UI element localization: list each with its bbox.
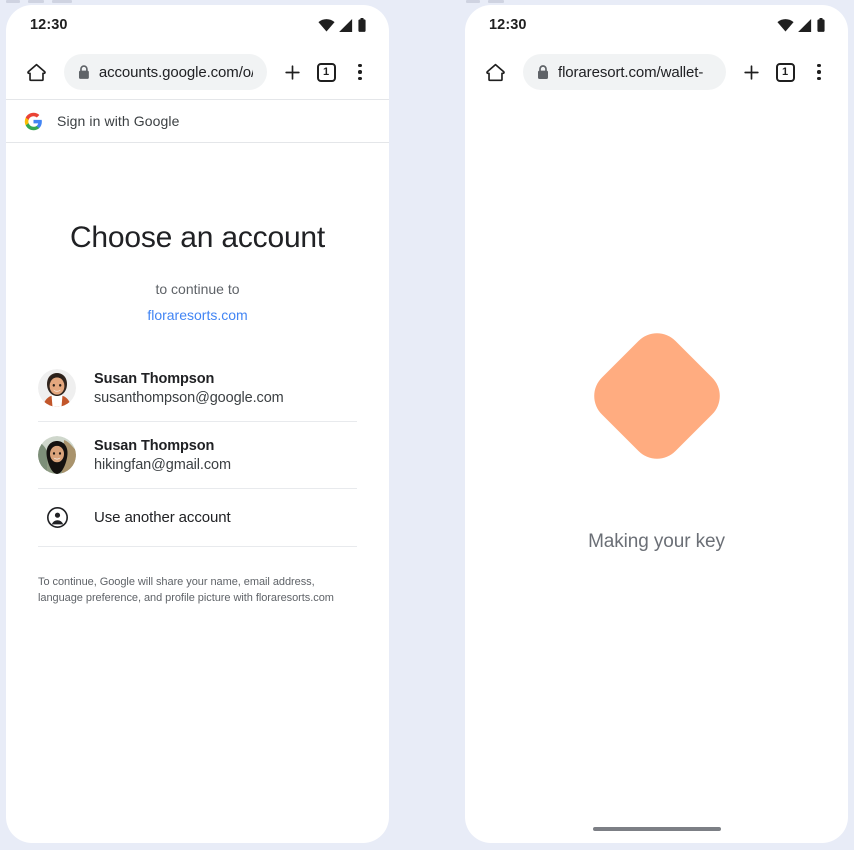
wifi-icon	[318, 18, 335, 32]
status-time: 12:30	[30, 17, 68, 33]
account-email: hikingfan@gmail.com	[94, 456, 231, 473]
domain-link[interactable]: floraresorts.com	[38, 307, 357, 323]
home-icon[interactable]	[479, 56, 511, 88]
status-icons	[318, 18, 367, 32]
url-text: floraresort.com/wallet-	[558, 63, 704, 81]
tab-counter-button[interactable]: 1	[311, 56, 341, 88]
account-circle-icon	[38, 506, 76, 529]
key-loading-diamond-icon	[582, 322, 731, 470]
cellular-signal-icon	[339, 18, 353, 32]
lock-icon	[538, 64, 548, 79]
account-text: Susan Thompson hikingfan@gmail.com	[94, 438, 231, 473]
making-key-content: Making your key	[465, 99, 848, 843]
sign-in-with-google-header: Sign in with Google	[6, 99, 389, 143]
kebab-menu-icon[interactable]	[804, 56, 834, 88]
account-row[interactable]: Susan Thompson hikingfan@gmail.com	[38, 422, 357, 489]
status-bar-right: 12:30	[465, 5, 848, 45]
google-g-logo	[24, 112, 42, 130]
use-another-account-row[interactable]: Use another account	[38, 489, 357, 547]
kebab-menu-icon[interactable]	[345, 56, 375, 88]
google-header-label: Sign in with Google	[57, 113, 180, 129]
tab-counter-button[interactable]: 1	[770, 56, 800, 88]
battery-icon	[358, 18, 366, 32]
use-another-account-label: Use another account	[94, 509, 231, 526]
status-icons	[777, 18, 826, 32]
phone-right-making-key: 12:30 floraresort.com/wallet- 1 Making y…	[465, 5, 848, 843]
url-text: accounts.google.com/o/	[98, 63, 253, 81]
browser-toolbar-left: accounts.google.com/o/ 1	[6, 45, 389, 99]
avatar	[38, 436, 76, 474]
account-row[interactable]: Susan Thompson susanthompson@google.com	[38, 355, 357, 422]
cellular-signal-icon	[798, 18, 812, 32]
making-key-caption: Making your key	[588, 531, 725, 552]
omnibox-right[interactable]: floraresort.com/wallet-	[523, 54, 726, 90]
tab-count-label: 1	[316, 62, 336, 82]
omnibox-left[interactable]: accounts.google.com/o/	[64, 54, 267, 90]
browser-toolbar-right: floraresort.com/wallet- 1	[465, 45, 848, 99]
battery-icon	[817, 18, 825, 32]
home-indicator[interactable]	[592, 827, 721, 831]
wifi-icon	[777, 18, 794, 32]
continue-to-label: to continue to	[155, 281, 240, 297]
account-email: susanthompson@google.com	[94, 389, 284, 406]
page-title: Choose an account	[69, 221, 326, 254]
phone-left-google-signin: 12:30 accounts.google.com/o/ 1 Sign in w…	[6, 5, 389, 843]
plus-icon[interactable]	[736, 56, 766, 88]
tab-count-label: 1	[775, 62, 795, 82]
account-name: Susan Thompson	[94, 437, 215, 454]
plus-icon[interactable]	[277, 56, 307, 88]
disclaimer-text: To continue, Google will share your name…	[38, 576, 334, 604]
account-list: Susan Thompson susanthompson@google.com	[38, 355, 357, 547]
status-time: 12:30	[489, 17, 527, 33]
status-bar-left: 12:30	[6, 5, 389, 45]
signin-content: Choose an account to continue to florare…	[6, 221, 389, 607]
home-icon[interactable]	[20, 56, 52, 88]
account-name: Susan Thompson	[94, 370, 215, 387]
account-text: Susan Thompson susanthompson@google.com	[94, 371, 284, 406]
lock-icon	[78, 64, 89, 79]
avatar	[38, 369, 76, 407]
